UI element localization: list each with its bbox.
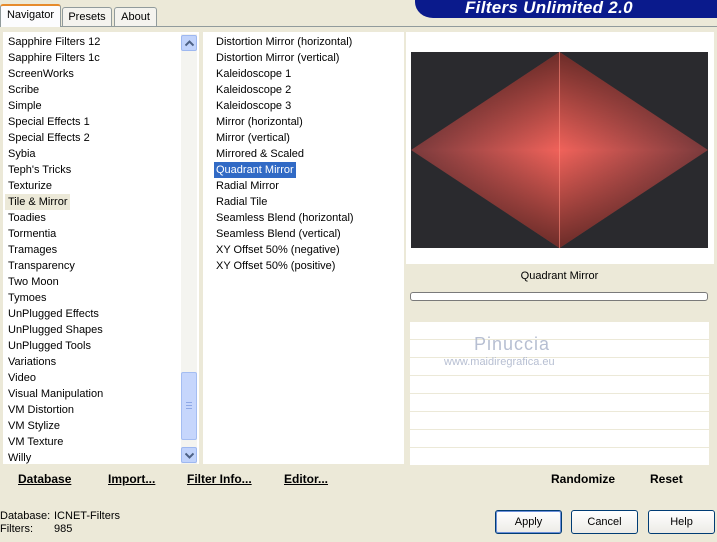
help-button[interactable]: Help <box>648 510 715 534</box>
database-button[interactable]: Database <box>18 472 71 486</box>
category-item[interactable]: Sapphire Filters 12 <box>8 34 100 50</box>
category-item[interactable]: Toadies <box>8 210 46 226</box>
parameter-slot[interactable] <box>410 340 709 357</box>
filter-item[interactable]: Distortion Mirror (vertical) <box>216 50 339 66</box>
category-item[interactable]: UnPlugged Shapes <box>8 322 103 338</box>
filter-item[interactable]: Mirrored & Scaled <box>216 146 304 162</box>
randomize-button[interactable]: Randomize <box>551 472 615 486</box>
category-item[interactable]: Tile & Mirror <box>5 194 71 210</box>
filters-label: Filters: <box>0 523 33 535</box>
scroll-thumb[interactable] <box>181 372 197 440</box>
category-item[interactable]: Sybia <box>8 146 36 162</box>
filters-value: 985 <box>54 523 73 535</box>
parameter-slot[interactable] <box>410 412 709 429</box>
parameter-slot[interactable] <box>410 322 709 339</box>
category-item[interactable]: Teph's Tricks <box>8 162 71 178</box>
filter-item[interactable]: Radial Mirror <box>216 178 279 194</box>
tab-presets[interactable]: Presets <box>62 7 112 26</box>
category-item[interactable]: Special Effects 1 <box>8 114 90 130</box>
category-item[interactable]: Sapphire Filters 1c <box>8 50 100 66</box>
database-label: Database: <box>0 510 51 522</box>
tab-navigator[interactable]: Navigator <box>0 4 61 27</box>
category-item[interactable]: Two Moon <box>8 274 59 290</box>
filter-item[interactable]: Kaleidoscope 3 <box>216 98 291 114</box>
category-item[interactable]: Texturize <box>8 178 52 194</box>
category-item[interactable]: Willy <box>8 450 31 466</box>
category-item[interactable]: Tramages <box>8 242 57 258</box>
filter-item[interactable]: Mirror (horizontal) <box>216 114 303 130</box>
filter-item[interactable]: Mirror (vertical) <box>216 130 290 146</box>
filter-item[interactable]: Quadrant Mirror <box>214 162 296 178</box>
watermark-url: www.maidiregrafica.eu <box>444 356 555 368</box>
cancel-button[interactable]: Cancel <box>571 510 638 534</box>
tab-about[interactable]: About <box>114 7 157 26</box>
editor-button[interactable]: Editor... <box>284 472 328 486</box>
progress-bar <box>410 292 708 301</box>
category-item[interactable]: ScreenWorks <box>8 66 74 82</box>
category-item[interactable]: UnPlugged Effects <box>8 306 99 322</box>
database-value: ICNET-Filters <box>54 510 120 522</box>
category-item[interactable]: Simple <box>8 98 42 114</box>
chevron-up-icon <box>185 40 194 47</box>
filter-item[interactable]: Kaleidoscope 2 <box>216 82 291 98</box>
category-item[interactable]: VM Distortion <box>8 402 74 418</box>
chevron-down-icon <box>185 452 194 459</box>
scroll-up-button[interactable] <box>181 35 197 51</box>
category-item[interactable]: Variations <box>8 354 56 370</box>
watermark-name: Pinuccia <box>474 334 551 354</box>
category-item[interactable]: Tormentia <box>8 226 56 242</box>
category-item[interactable]: Special Effects 2 <box>8 130 90 146</box>
parameter-slot[interactable] <box>410 394 709 411</box>
apply-button[interactable]: Apply <box>495 510 562 534</box>
category-item[interactable]: Tymoes <box>8 290 47 306</box>
category-item[interactable]: UnPlugged Tools <box>8 338 91 354</box>
parameter-slot[interactable] <box>410 448 709 465</box>
filter-item[interactable]: Kaleidoscope 1 <box>216 66 291 82</box>
tab-divider <box>0 26 717 27</box>
category-item[interactable]: VM Texture <box>8 434 63 450</box>
scroll-down-button[interactable] <box>181 447 197 463</box>
filter-item[interactable]: Seamless Blend (vertical) <box>216 226 341 242</box>
reset-button[interactable]: Reset <box>650 472 683 486</box>
filter-item[interactable]: XY Offset 50% (positive) <box>216 258 335 274</box>
preview-image <box>411 52 708 248</box>
preview-filter-name: Quadrant Mirror <box>520 270 599 282</box>
filter-item[interactable]: XY Offset 50% (negative) <box>216 242 340 258</box>
import-button[interactable]: Import... <box>108 472 155 486</box>
filter-info-button[interactable]: Filter Info... <box>187 472 252 486</box>
title-banner: Filters Unlimited 2.0 <box>415 0 717 18</box>
parameter-slot[interactable] <box>410 376 709 393</box>
category-item[interactable]: VM Stylize <box>8 418 60 434</box>
category-item[interactable]: Transparency <box>8 258 75 274</box>
category-item[interactable]: Visual Manipulation <box>8 386 103 402</box>
filter-item[interactable]: Distortion Mirror (horizontal) <box>216 34 352 50</box>
category-item[interactable]: Scribe <box>8 82 39 98</box>
filter-item[interactable]: Seamless Blend (horizontal) <box>216 210 354 226</box>
parameter-slot[interactable] <box>410 430 709 447</box>
filter-item[interactable]: Radial Tile <box>216 194 267 210</box>
category-item[interactable]: Video <box>8 370 36 386</box>
banner-title: Filters Unlimited 2.0 <box>465 0 633 17</box>
